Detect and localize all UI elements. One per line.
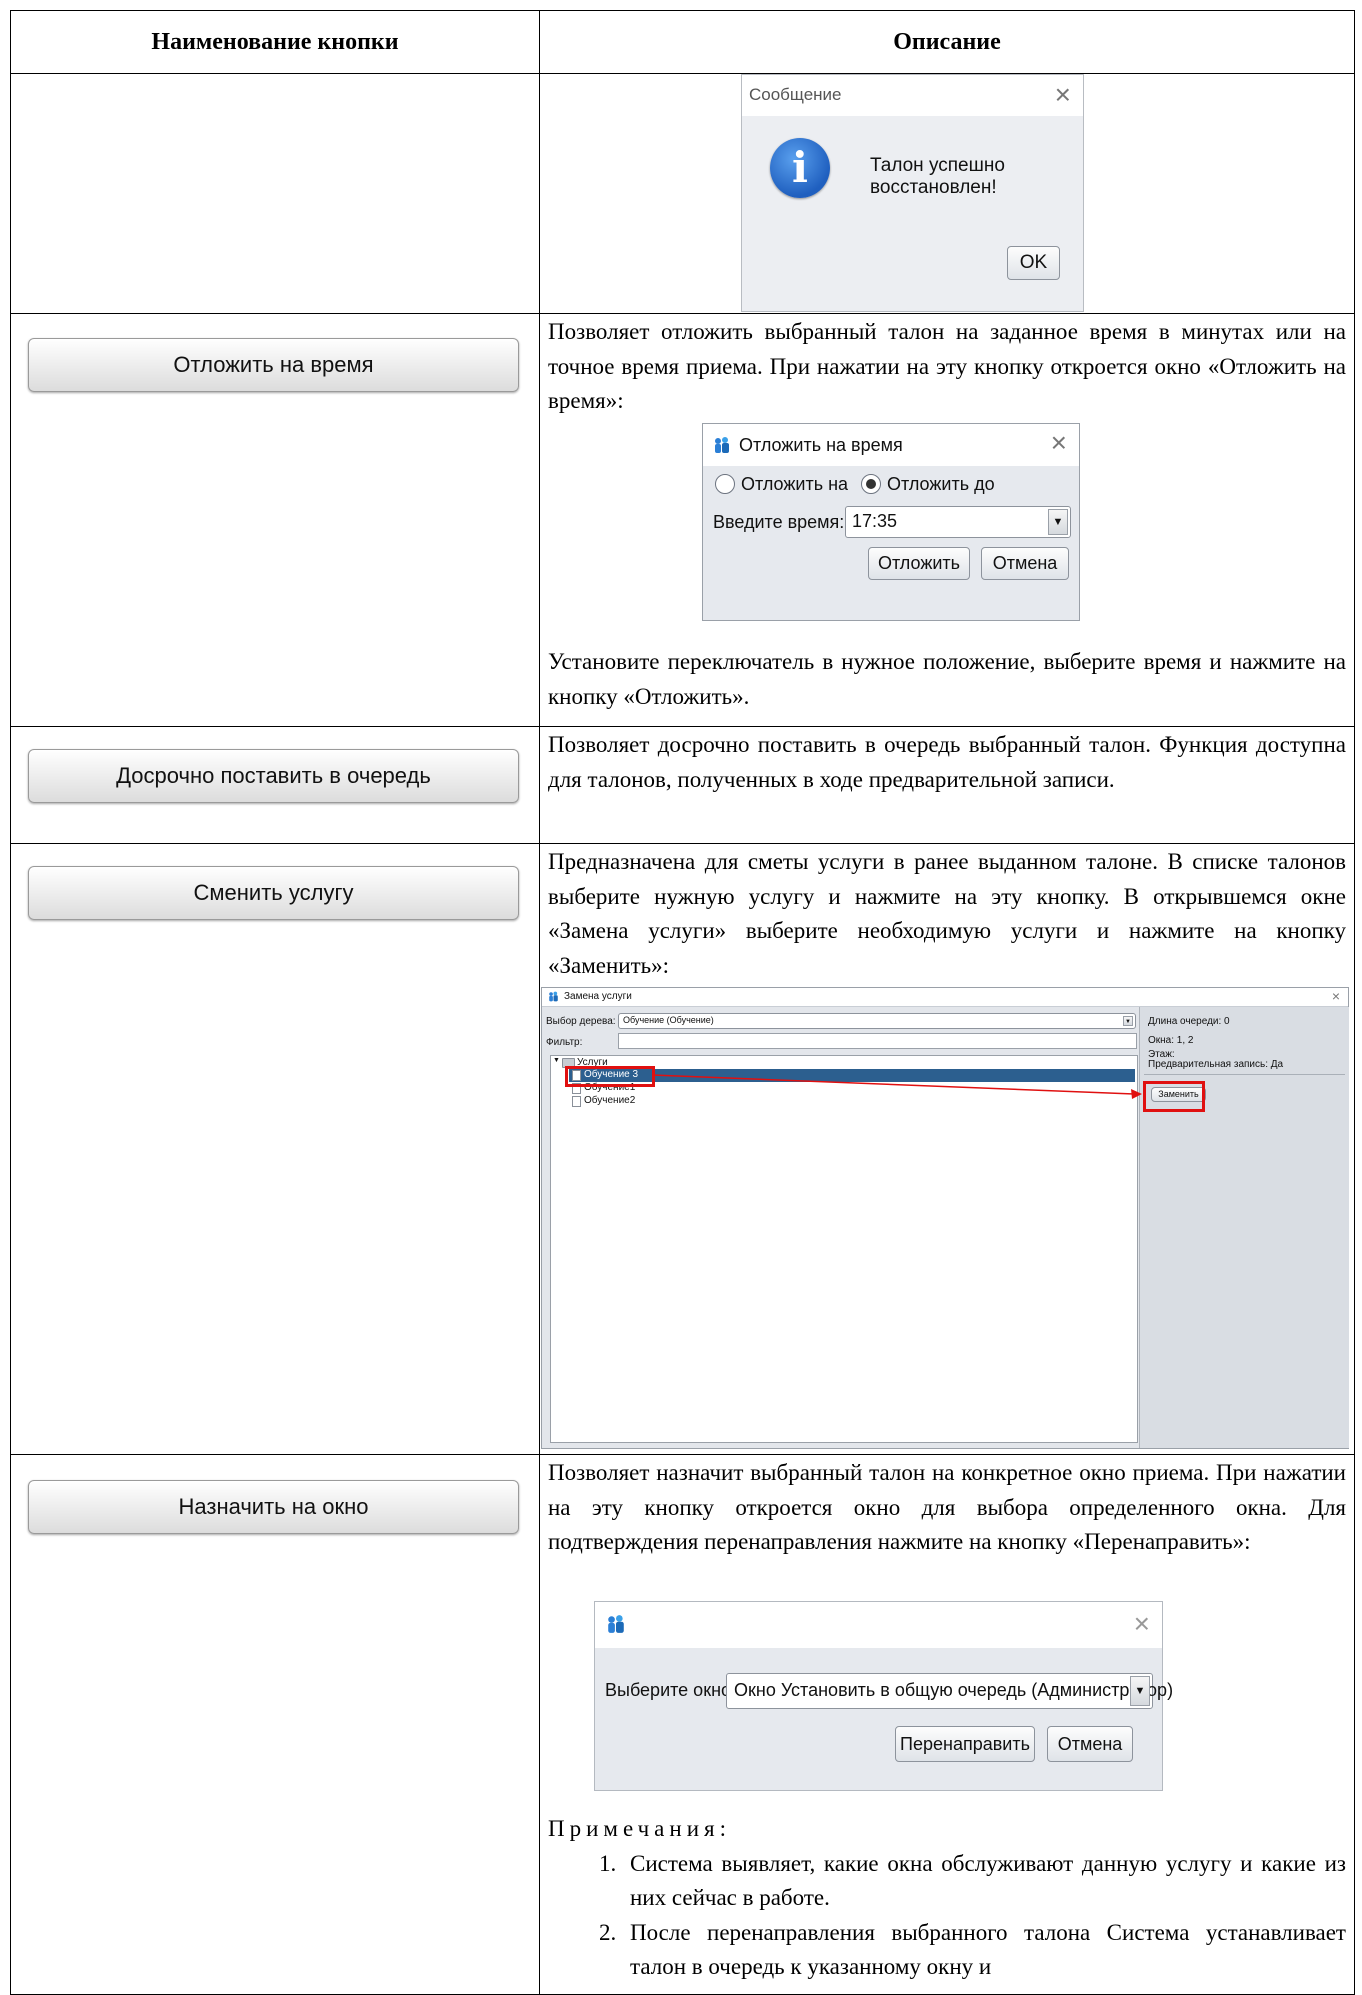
radio-postpone-until[interactable] [861, 474, 881, 494]
row-early-queue: Досрочно поставить в очередь Позволяет д… [10, 726, 1355, 844]
cell-assign-description: Позволяет назначит выбранный талон на ко… [539, 1454, 1355, 1995]
info-glyph: i [792, 143, 808, 192]
note-item: Система выявляет, какие окна обслуживают… [622, 1847, 1346, 1916]
buttons-table: Наименование кнопки Описание Сообщение ×… [10, 10, 1355, 1995]
notes-list: Система выявляет, какие окна обслуживают… [548, 1847, 1346, 1985]
cell-change-description: Предназначена для сметы услуги в ранее в… [539, 843, 1355, 1455]
change-service-text: Предназначена для сметы услуги в ранее в… [548, 849, 1346, 978]
replace-service-dialog: Замена услуги × Выбор дерева: Обучение (… [541, 987, 1349, 1449]
dialog-titlebar: × [595, 1602, 1162, 1648]
dialog-titlebar: Отложить на время × [703, 424, 1079, 466]
early-queue-text: Позволяет досрочно поставить в очередь в… [548, 732, 1346, 792]
cancel-button[interactable]: Отмена [1047, 1726, 1133, 1762]
early-queue-button[interactable]: Досрочно поставить в очередь [28, 749, 519, 803]
close-icon[interactable]: × [1134, 1608, 1150, 1640]
cell-postpone-button: Отложить на время [10, 313, 540, 727]
notes-block: Примечания: Система выявляет, какие окна… [540, 1811, 1354, 1985]
cell-postpone-description: Позволяет отложить выбранный талон на за… [539, 313, 1355, 727]
change-service-button[interactable]: Сменить услугу [28, 866, 519, 920]
postpone-confirm-button[interactable]: Отложить [868, 547, 970, 580]
cell-assign-button: Назначить на окно [10, 1454, 540, 1995]
time-value: 17:35 [852, 511, 898, 531]
time-select[interactable]: 17:35 ▼ [845, 506, 1071, 538]
annotation-arrow [651, 1074, 1142, 1099]
notes-title: Примечания: [548, 1816, 731, 1841]
message-text: Талон успешно восстановлен! [870, 155, 1005, 198]
cancel-button[interactable]: Отмена [981, 547, 1069, 580]
message-dialog: Сообщение × i Талон успешно восстановлен… [741, 74, 1084, 312]
cell-change-button: Сменить услугу [10, 843, 540, 1455]
window-select[interactable]: Окно Установить в общую очередь (Админис… [726, 1673, 1173, 1709]
cell-message-dialog: Сообщение × i Талон успешно восстановлен… [539, 73, 1355, 314]
postpone-text-1: Позволяет отложить выбранный талон на за… [548, 319, 1346, 413]
header-button-name: Наименование кнопки [10, 10, 540, 74]
postpone-text-2: Установите переключатель в нужное положе… [548, 649, 1346, 709]
row-postpone: Отложить на время Позволяет отложить выб… [10, 313, 1355, 727]
postpone-button[interactable]: Отложить на время [28, 338, 519, 392]
close-icon[interactable]: × [1051, 427, 1067, 459]
ok-button[interactable]: OK [1007, 246, 1060, 280]
dropdown-arrow-icon[interactable]: ▼ [1130, 1676, 1150, 1706]
radio-postpone-until-label: Отложить до [887, 474, 995, 494]
note-item: После перенаправления выбранного талона … [622, 1916, 1346, 1985]
dialog-title: Отложить на время [739, 435, 903, 455]
redirect-button[interactable]: Перенаправить [895, 1726, 1035, 1762]
assign-window-text: Позволяет назначит выбранный талон на ко… [548, 1460, 1346, 1554]
assign-window-button[interactable]: Назначить на окно [28, 1480, 519, 1534]
assign-window-dialog: × Выберите окно: Окно Установить в общую… [594, 1601, 1173, 1791]
dialog-titlebar: Сообщение × [742, 75, 1083, 116]
window-value: Окно Установить в общую очередь (Админис… [734, 1680, 1174, 1700]
postpone-dialog: Отложить на время × Отложить на Отложить… [702, 423, 1080, 621]
time-label: Введите время: [713, 512, 845, 532]
row-change-service: Сменить услугу Предназначена для сметы у… [10, 843, 1355, 1455]
dropdown-arrow-icon[interactable]: ▼ [1048, 509, 1068, 535]
row-assign-window: Назначить на окно Позволяет назначит выб… [10, 1454, 1355, 1995]
dialog-title: Сообщение [749, 85, 842, 104]
info-icon: i [770, 138, 830, 198]
radio-postpone-for[interactable] [715, 474, 735, 494]
cell-early-button: Досрочно поставить в очередь [10, 726, 540, 844]
row-restore-message: Сообщение × i Талон успешно восстановлен… [10, 73, 1355, 314]
app-people-icon [713, 436, 731, 454]
cell-empty [10, 73, 540, 314]
radio-postpone-for-label: Отложить на [741, 474, 849, 494]
header-description: Описание [539, 10, 1355, 74]
app-people-icon [606, 1614, 626, 1639]
close-icon[interactable]: × [1055, 79, 1071, 111]
cell-early-description: Позволяет досрочно поставить в очередь в… [539, 726, 1355, 844]
window-label: Выберите окно: [605, 1680, 737, 1700]
